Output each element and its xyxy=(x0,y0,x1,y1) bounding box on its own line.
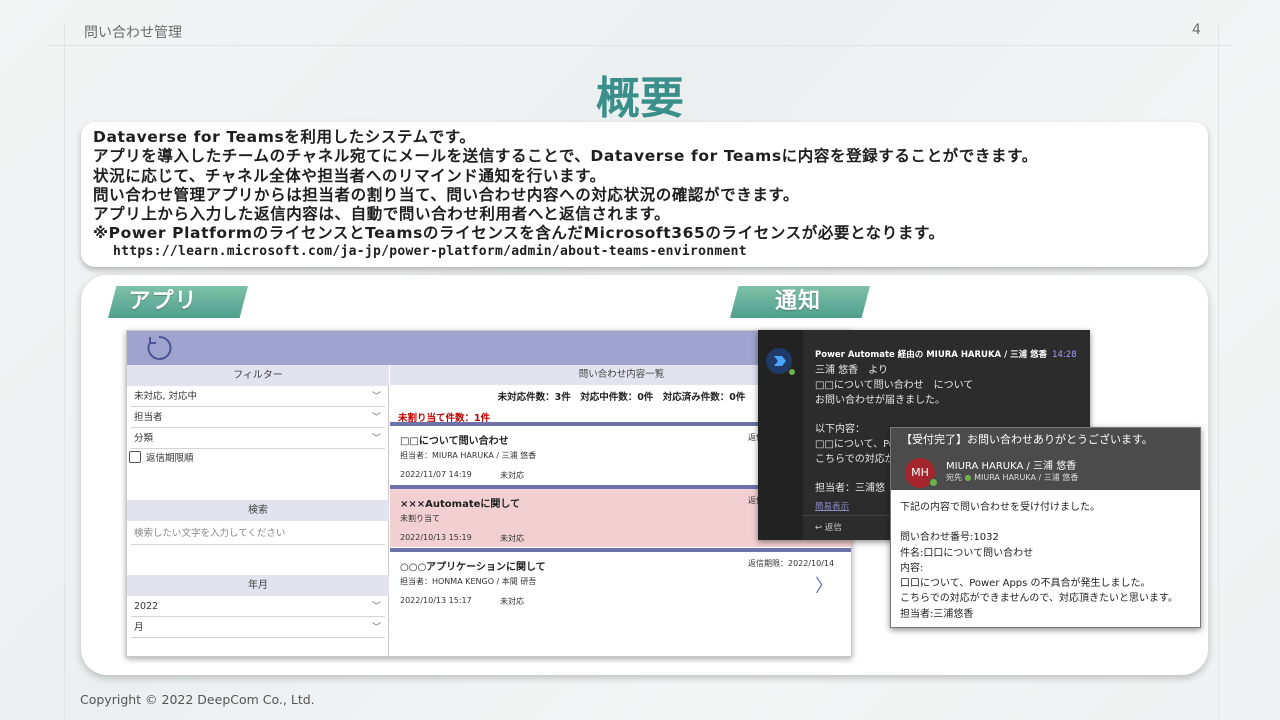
description-line: 問い合わせ管理アプリからは担当者の割り当て、問い合わせ内容への対応状況の確認がで… xyxy=(93,185,800,204)
year-dropdown[interactable]: 2022 ﹀ xyxy=(131,597,385,617)
search-header: 検索 xyxy=(127,500,389,521)
description-line: Dataverse for Teamsを利用したシステムです。 xyxy=(93,128,476,146)
item-date: 2022/11/07 14:19 xyxy=(400,470,472,479)
online-status-icon xyxy=(788,368,796,376)
search-input[interactable]: 検索したい文字を入力してください xyxy=(131,523,385,545)
item-status: 未対応 xyxy=(500,534,524,543)
message-time: 14:28 xyxy=(1052,350,1077,360)
checkbox-icon[interactable] xyxy=(129,451,141,463)
mail-line: 問い合わせ番号:1032 xyxy=(900,532,999,544)
mail-line: 内容: xyxy=(900,562,924,574)
status-filter-value: 未対応, 対応中 xyxy=(134,391,198,402)
item-title: □□について問い合わせ xyxy=(400,436,509,447)
chevron-down-icon: ﹀ xyxy=(371,434,381,444)
year-value: 2022 xyxy=(134,601,159,612)
ribbon-app: アプリ xyxy=(108,286,248,318)
item-date: 2022/10/13 15:19 xyxy=(400,533,472,542)
description-line: ※Power PlatformのライセンスとTeamsのライセンスを含んだMic… xyxy=(93,224,945,243)
item-assignee: 担当者：MIURA HARUKA / 三浦 悠香 xyxy=(400,451,537,460)
mail-line: 件名:口口について問い合わせ xyxy=(900,547,1034,559)
item-title: ○○○アプリケーションに関して xyxy=(400,562,546,573)
deadline-sort-label: 返信期限順 xyxy=(146,453,194,464)
chevron-down-icon: ﹀ xyxy=(371,602,381,612)
month-value: 月 xyxy=(134,622,144,633)
description-line: 状況に応じて、チャネル全体や担当者へのリマインド通知を行います。 xyxy=(93,166,606,185)
reply-label: 返信 xyxy=(824,523,842,533)
mail-subject: 【受付完了】お問い合わせありがとうございます。 xyxy=(901,433,1153,446)
frame-line-top xyxy=(48,45,1234,46)
app-screenshot: フィルター 未対応, 対応中 ﹀ 担当者 ﹀ 分類 ﹀ 返信期限順 検索 検索したい文… xyxy=(126,330,852,657)
online-status-icon xyxy=(929,478,938,487)
description-line: アプリを導入したチームのチャネル宛てにメールを送信することで、Dataverse… xyxy=(93,147,1038,166)
month-dropdown[interactable]: 月 ﹀ xyxy=(131,618,385,638)
category-filter-dropdown[interactable]: 分類 ﹀ xyxy=(131,429,385,449)
license-url[interactable]: https://learn.microsoft.com/ja-jp/power-… xyxy=(93,244,1196,259)
frame-line-right xyxy=(1218,24,1219,720)
app-filter-panel: フィルター 未対応, 対応中 ﹀ 担当者 ﹀ 分類 ﹀ 返信期限順 検索 検索したい文… xyxy=(127,365,389,656)
mail-from: MIURA HARUKA / 三浦 悠香 xyxy=(946,461,1077,472)
description-card: Dataverse for Teamsを利用したシステムです。 アプリを導入した… xyxy=(81,122,1208,267)
refresh-icon[interactable] xyxy=(145,334,173,362)
copyright: Copyright © 2022 DeepCom Co., Ltd. xyxy=(80,692,315,707)
yearmonth-header: 年月 xyxy=(127,575,389,596)
mail-header: 【受付完了】お問い合わせありがとうございます。 MH MIURA HARUKA … xyxy=(891,428,1200,490)
presence-icon: ● xyxy=(964,473,972,482)
item-status: 未対応 xyxy=(500,597,524,606)
mail-body: 下記の内容で問い合わせを受け付けました。 問い合わせ番号:1032 件名:口口に… xyxy=(900,500,1195,622)
item-status: 未対応 xyxy=(500,471,524,480)
mail-line xyxy=(900,515,1195,530)
deadline-sort-checkbox[interactable]: 返信期限順 xyxy=(129,451,194,467)
category-filter-value: 分類 xyxy=(134,433,154,444)
chevron-down-icon: ﹀ xyxy=(371,413,381,423)
message-sender: Power Automate 経由の MIURA HARUKA / 三浦 悠香 xyxy=(815,350,1048,360)
item-title: ×××Automateに関して xyxy=(400,499,521,510)
chevron-right-icon[interactable]: 〉 xyxy=(815,572,833,598)
chevron-down-icon: ﹀ xyxy=(371,392,381,402)
filter-header: フィルター xyxy=(127,365,389,386)
mail-line: 口口について、Power Apps の不具合が発生しました。 xyxy=(900,578,1151,590)
mail-line: 担当者:三浦悠香 xyxy=(900,608,974,620)
list-item[interactable]: ○○○アプリケーションに関して 担当者：HONMA KENGO / 本間 研吾 … xyxy=(390,548,851,610)
chevron-down-icon: ﹀ xyxy=(371,623,381,633)
status-filter-dropdown[interactable]: 未対応, 対応中 ﹀ xyxy=(131,387,385,407)
mail-line: こちらでの対応ができませんので、対応頂きたいと思います。 xyxy=(900,593,1178,605)
description-line: アプリ上から入力した返信内容は、自動で問い合わせ利用者へと返信されます。 xyxy=(93,205,671,224)
item-assignee: 未割り当て xyxy=(400,514,440,523)
header-title: 問い合わせ管理 xyxy=(84,25,182,41)
ribbon-notify: 通知 xyxy=(730,286,870,318)
item-due: 返信期限：2022/10/14 xyxy=(748,559,835,568)
assignee-filter-dropdown[interactable]: 担当者 ﹀ xyxy=(131,408,385,428)
app-topbar xyxy=(127,331,851,365)
message-line: □□について問い合わせ について xyxy=(815,380,974,391)
page-number: 4 xyxy=(1192,22,1201,38)
reply-icon: ↩ xyxy=(815,523,823,533)
item-date: 2022/10/13 15:17 xyxy=(400,596,472,605)
main-title: 概要 xyxy=(596,73,684,124)
recipient-label: 宛先 xyxy=(946,473,962,482)
item-assignee: 担当者：HONMA KENGO / 本間 研吾 xyxy=(400,577,537,586)
message-line: お問い合わせが届きました。 xyxy=(815,395,945,406)
mail-line: 下記の内容で問い合わせを受け付けました。 xyxy=(900,502,1100,513)
assignee-filter-value: 担当者 xyxy=(134,412,163,423)
mail-recipient: 宛先 ● MIURA HARUKA / 三浦 悠香 xyxy=(946,472,1078,483)
confirmation-mail: 【受付完了】お問い合わせありがとうございます。 MH MIURA HARUKA … xyxy=(890,427,1201,628)
message-line: 三浦 悠香 より xyxy=(815,365,888,376)
recipient-name: MIURA HARUKA / 三浦 悠香 xyxy=(974,473,1079,482)
frame-line-left xyxy=(64,24,65,720)
